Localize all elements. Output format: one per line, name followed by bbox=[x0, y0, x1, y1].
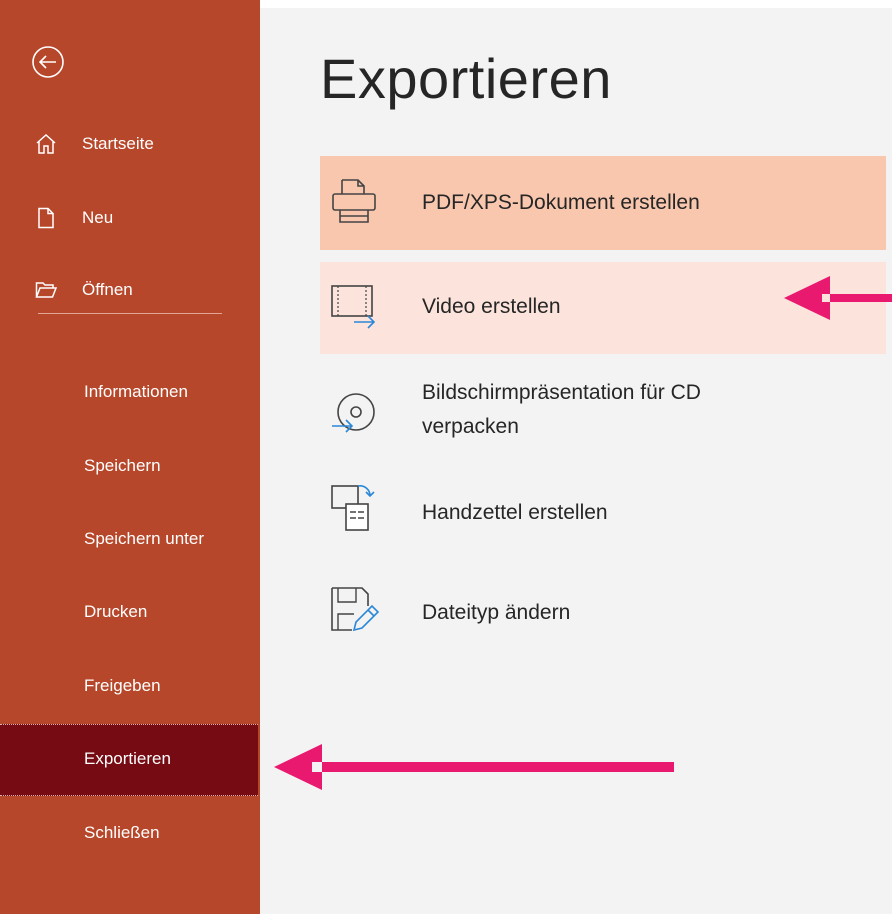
option-label: PDF/XPS-Dokument erstellen bbox=[422, 191, 700, 214]
video-icon bbox=[331, 285, 376, 329]
backstage-sidebar: Startseite Neu Öffnen Informationen Spei… bbox=[0, 0, 260, 914]
pdf-document-icon bbox=[332, 179, 376, 223]
open-folder-icon bbox=[35, 282, 58, 298]
option-change-filetype[interactable]: Dateityp ändern bbox=[320, 574, 886, 658]
sidebar-item-oeffnen[interactable]: Öffnen bbox=[0, 266, 260, 314]
annotation-arrow-exportieren bbox=[274, 744, 674, 790]
back-arrow-icon bbox=[32, 46, 64, 78]
sidebar-item-label: Exportieren bbox=[84, 749, 171, 768]
home-icon bbox=[36, 133, 56, 154]
sidebar-item-speichern[interactable]: Speichern bbox=[0, 438, 260, 496]
sidebar-item-label: Neu bbox=[82, 208, 114, 227]
sidebar-item-label: Schließen bbox=[84, 823, 160, 842]
sidebar-item-label: Freigeben bbox=[84, 676, 161, 695]
sidebar-item-speichern-unter[interactable]: Speichern unter bbox=[0, 511, 260, 569]
sidebar-item-freigeben[interactable]: Freigeben bbox=[0, 658, 260, 716]
cd-package-icon bbox=[332, 393, 375, 433]
option-cd-package[interactable]: Bildschirmpräsentation für CD verpacken bbox=[320, 366, 886, 466]
option-label: Handzettel erstellen bbox=[422, 501, 608, 524]
sidebar-item-drucken[interactable]: Drucken bbox=[0, 584, 260, 642]
sidebar-divider bbox=[38, 313, 222, 314]
option-handout[interactable]: Handzettel erstellen bbox=[320, 474, 886, 558]
option-label: verpacken bbox=[422, 415, 519, 438]
option-pdf-xps[interactable]: PDF/XPS-Dokument erstellen bbox=[320, 156, 886, 250]
option-label: Bildschirmpräsentation für CD bbox=[422, 381, 701, 404]
sidebar-item-label: Speichern unter bbox=[84, 529, 205, 548]
option-label: Dateityp ändern bbox=[422, 601, 571, 624]
back-button[interactable] bbox=[28, 42, 68, 82]
sidebar-item-startseite[interactable]: Startseite bbox=[0, 120, 260, 168]
change-filetype-icon bbox=[331, 587, 380, 632]
sidebar-item-label: Startseite bbox=[82, 134, 154, 153]
sidebar-item-label: Drucken bbox=[84, 602, 148, 621]
sidebar-item-label: Speichern bbox=[84, 456, 161, 475]
option-label: Video erstellen bbox=[422, 295, 561, 318]
page-title: Exportieren bbox=[320, 47, 612, 110]
handout-icon bbox=[331, 485, 375, 531]
new-document-icon bbox=[38, 207, 54, 229]
sidebar-item-schliessen[interactable]: Schließen bbox=[0, 805, 260, 863]
sidebar-item-informationen[interactable]: Informationen bbox=[0, 364, 260, 422]
sidebar-item-neu[interactable]: Neu bbox=[0, 194, 260, 242]
sidebar-item-exportieren[interactable]: Exportieren bbox=[0, 724, 258, 796]
sidebar-item-label: Informationen bbox=[84, 382, 188, 401]
annotation-arrow-video bbox=[784, 276, 892, 320]
sidebar-item-label: Öffnen bbox=[82, 280, 133, 299]
